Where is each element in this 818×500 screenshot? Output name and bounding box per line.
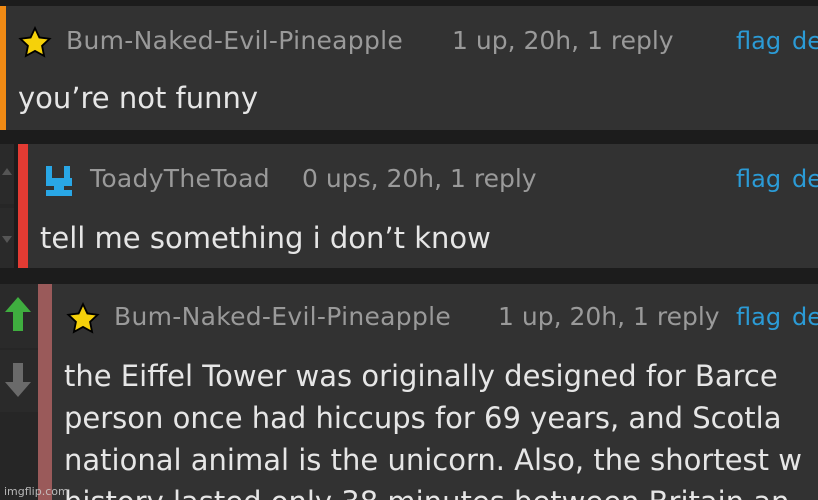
comment-meta: 1 up, 20h, 1 reply	[498, 302, 720, 331]
flag-link[interactable]: flag	[736, 27, 781, 55]
comment-text: tell me something i don’t know	[40, 221, 491, 255]
downvote-button[interactable]	[0, 208, 14, 268]
comment-text-line-4: history lasted only 38 minutes between B…	[64, 482, 789, 500]
thread-bar-orange	[0, 6, 6, 130]
vote-column-2	[0, 144, 14, 268]
flag-link[interactable]: flag	[736, 165, 781, 193]
thread-bar-red	[18, 144, 28, 268]
comment-meta: 0 ups, 20h, 1 reply	[302, 164, 537, 193]
vote-column-3	[0, 284, 38, 500]
upvote-button[interactable]	[0, 144, 14, 204]
downvote-button[interactable]	[0, 350, 38, 412]
delete-link[interactable]: de	[792, 303, 818, 331]
comment-2: ToadyTheToad 0 ups, 20h, 1 reply flag de…	[18, 144, 818, 268]
toad-avatar-icon	[46, 166, 72, 196]
delete-link[interactable]: de	[792, 165, 818, 193]
thread-bar-muted	[38, 284, 52, 500]
imgflip-watermark: imgflip.com	[4, 485, 69, 498]
flag-link[interactable]: flag	[736, 303, 781, 331]
comment-meta: 1 up, 20h, 1 reply	[452, 26, 674, 55]
comment-text: you’re not funny	[18, 81, 259, 115]
up-arrow-icon	[2, 168, 12, 175]
down-arrow-icon	[2, 236, 12, 243]
down-arrow-icon	[5, 363, 31, 397]
comment-3: Bum-Naked-Evil-Pineapple 1 up, 20h, 1 re…	[38, 284, 818, 500]
upvote-button[interactable]	[0, 284, 38, 348]
comment-1: Bum-Naked-Evil-Pineapple 1 up, 20h, 1 re…	[0, 6, 818, 130]
comment-text-line-2: person once had hiccups for 69 years, an…	[64, 401, 782, 435]
comment-username[interactable]: ToadyTheToad	[90, 164, 270, 193]
star-icon	[18, 26, 52, 58]
comment-text-line-1: the Eiffel Tower was originally designed…	[64, 359, 778, 393]
comment-username[interactable]: Bum-Naked-Evil-Pineapple	[66, 26, 403, 55]
delete-link[interactable]: de	[792, 27, 818, 55]
comment-text-line-3: national animal is the unicorn. Also, th…	[64, 443, 802, 477]
up-arrow-icon	[5, 297, 31, 331]
comment-username[interactable]: Bum-Naked-Evil-Pineapple	[114, 302, 451, 331]
star-icon	[66, 302, 100, 334]
